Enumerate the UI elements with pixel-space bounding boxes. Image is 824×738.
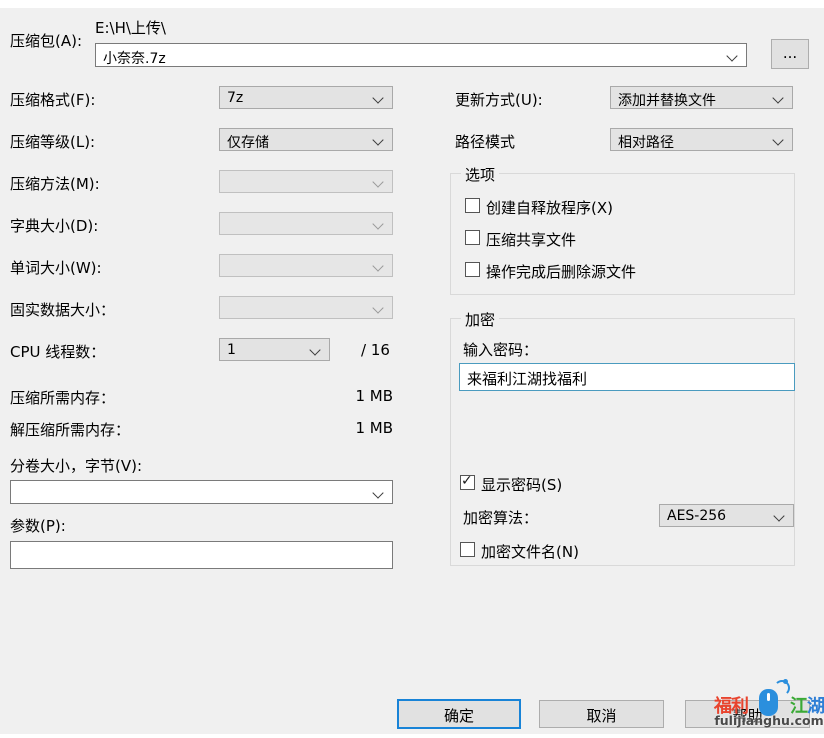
encryption-method-value: AES-256	[667, 508, 726, 524]
update-mode-combobox[interactable]: 添加并替换文件	[610, 86, 793, 109]
watermark-logo: 福利 江湖 fulijianghu.com	[714, 679, 824, 735]
delete-after-checkbox[interactable]: 操作完成后删除源文件	[465, 261, 775, 279]
format-combobox[interactable]: 7z	[219, 86, 393, 109]
checkbox-checked-icon[interactable]	[460, 475, 475, 490]
shared-files-checkbox[interactable]: 压缩共享文件	[465, 229, 775, 247]
encryption-method-label: 加密算法：	[463, 507, 538, 528]
enter-password-label: 输入密码：	[463, 339, 538, 360]
options-group: 选项 创建自释放程序(X) 压缩共享文件 操作完成后删除源文件	[450, 173, 795, 295]
path-mode-label: 路径模式	[455, 131, 515, 152]
level-label: 压缩等级(L):	[10, 131, 95, 152]
chevron-down-icon[interactable]	[372, 487, 383, 498]
format-label: 压缩格式(F):	[10, 89, 95, 110]
chevron-down-icon[interactable]	[726, 50, 737, 61]
ok-button-label: 确定	[444, 707, 474, 725]
method-combobox	[219, 170, 393, 193]
watermark-domain: fulijianghu.com	[714, 713, 824, 728]
chevron-down-icon[interactable]	[309, 344, 320, 355]
memory-compress-value: 1 MB	[330, 387, 393, 405]
encrypt-filenames-checkbox[interactable]: 加密文件名(N)	[460, 541, 660, 559]
chevron-down-icon[interactable]	[372, 134, 383, 145]
browse-button[interactable]: ...	[771, 39, 809, 69]
split-volume-label: 分卷大小，字节(V):	[10, 455, 142, 476]
ok-button[interactable]: 确定	[397, 699, 521, 729]
delete-after-label: 操作完成后删除源文件	[486, 261, 636, 282]
dictionary-size-label: 字典大小(D):	[10, 215, 98, 236]
create-sfx-label: 创建自释放程序(X)	[486, 197, 613, 218]
cpu-threads-combobox[interactable]: 1	[219, 338, 330, 361]
word-size-label: 单词大小(W):	[10, 257, 102, 278]
password-value: 来福利江湖找福利	[467, 368, 587, 389]
checkbox-icon[interactable]	[465, 198, 480, 213]
password-input[interactable]: 来福利江湖找福利	[459, 363, 795, 391]
chevron-down-icon	[372, 302, 383, 313]
solid-block-size-label: 固实数据大小：	[10, 299, 115, 320]
word-size-combobox	[219, 254, 393, 277]
parameters-input[interactable]	[10, 541, 393, 569]
cancel-button-label: 取消	[586, 707, 616, 725]
encryption-group: 加密 输入密码： 来福利江湖找福利 显示密码(S) 加密算法： AES-256 …	[450, 318, 795, 566]
show-password-label: 显示密码(S)	[481, 474, 562, 495]
split-volume-combobox[interactable]	[10, 480, 393, 504]
encryption-method-combobox[interactable]: AES-256	[659, 504, 794, 527]
shared-files-label: 压缩共享文件	[486, 229, 576, 250]
encryption-group-title: 加密	[461, 309, 499, 330]
cpu-threads-max: / 16	[361, 341, 390, 359]
create-sfx-checkbox[interactable]: 创建自释放程序(X)	[465, 197, 775, 215]
method-label: 压缩方法(M):	[10, 173, 100, 194]
add-to-archive-dialog: 压缩包(A): E:\H\上传\ 小奈奈.7z ... 压缩格式(F): 7z …	[0, 8, 824, 734]
archive-name-value: 小奈奈.7z	[103, 48, 166, 68]
checkbox-icon[interactable]	[460, 542, 475, 557]
checkbox-icon[interactable]	[465, 230, 480, 245]
options-group-title: 选项	[461, 164, 499, 185]
update-mode-label: 更新方式(U):	[455, 89, 543, 110]
chevron-down-icon[interactable]	[772, 134, 783, 145]
cpu-threads-label: CPU 线程数：	[10, 341, 105, 362]
solid-block-size-combobox	[219, 296, 393, 319]
memory-decompress-value: 1 MB	[330, 419, 393, 437]
chevron-down-icon	[372, 218, 383, 229]
format-value: 7z	[227, 90, 243, 106]
encrypt-filenames-label: 加密文件名(N)	[481, 541, 579, 562]
path-mode-value: 相对路径	[618, 132, 674, 152]
chevron-down-icon[interactable]	[773, 510, 784, 521]
show-password-checkbox[interactable]: 显示密码(S)	[460, 474, 660, 492]
level-value: 仅存储	[227, 132, 269, 152]
archive-label: 压缩包(A):	[10, 30, 82, 51]
path-mode-combobox[interactable]: 相对路径	[610, 128, 793, 151]
watermark-row: 福利 江湖	[714, 689, 824, 715]
chevron-down-icon	[372, 260, 383, 271]
memory-compress-label: 压缩所需内存：	[10, 387, 115, 408]
chevron-down-icon[interactable]	[772, 92, 783, 103]
chevron-down-icon[interactable]	[372, 92, 383, 103]
memory-decompress-label: 解压缩所需内存：	[10, 419, 130, 440]
browse-button-label: ...	[783, 44, 797, 62]
level-combobox[interactable]: 仅存储	[219, 128, 393, 151]
chevron-down-icon	[372, 176, 383, 187]
cancel-button[interactable]: 取消	[539, 700, 664, 728]
archive-dir-path: E:\H\上传\	[95, 17, 166, 38]
dictionary-size-combobox	[219, 212, 393, 235]
mouse-cord-icon	[774, 680, 790, 696]
update-mode-value: 添加并替换文件	[618, 90, 716, 110]
archive-name-combobox[interactable]: 小奈奈.7z	[95, 43, 747, 67]
checkbox-icon[interactable]	[465, 262, 480, 277]
parameters-label: 参数(P):	[10, 515, 66, 536]
cpu-threads-value: 1	[227, 342, 236, 358]
